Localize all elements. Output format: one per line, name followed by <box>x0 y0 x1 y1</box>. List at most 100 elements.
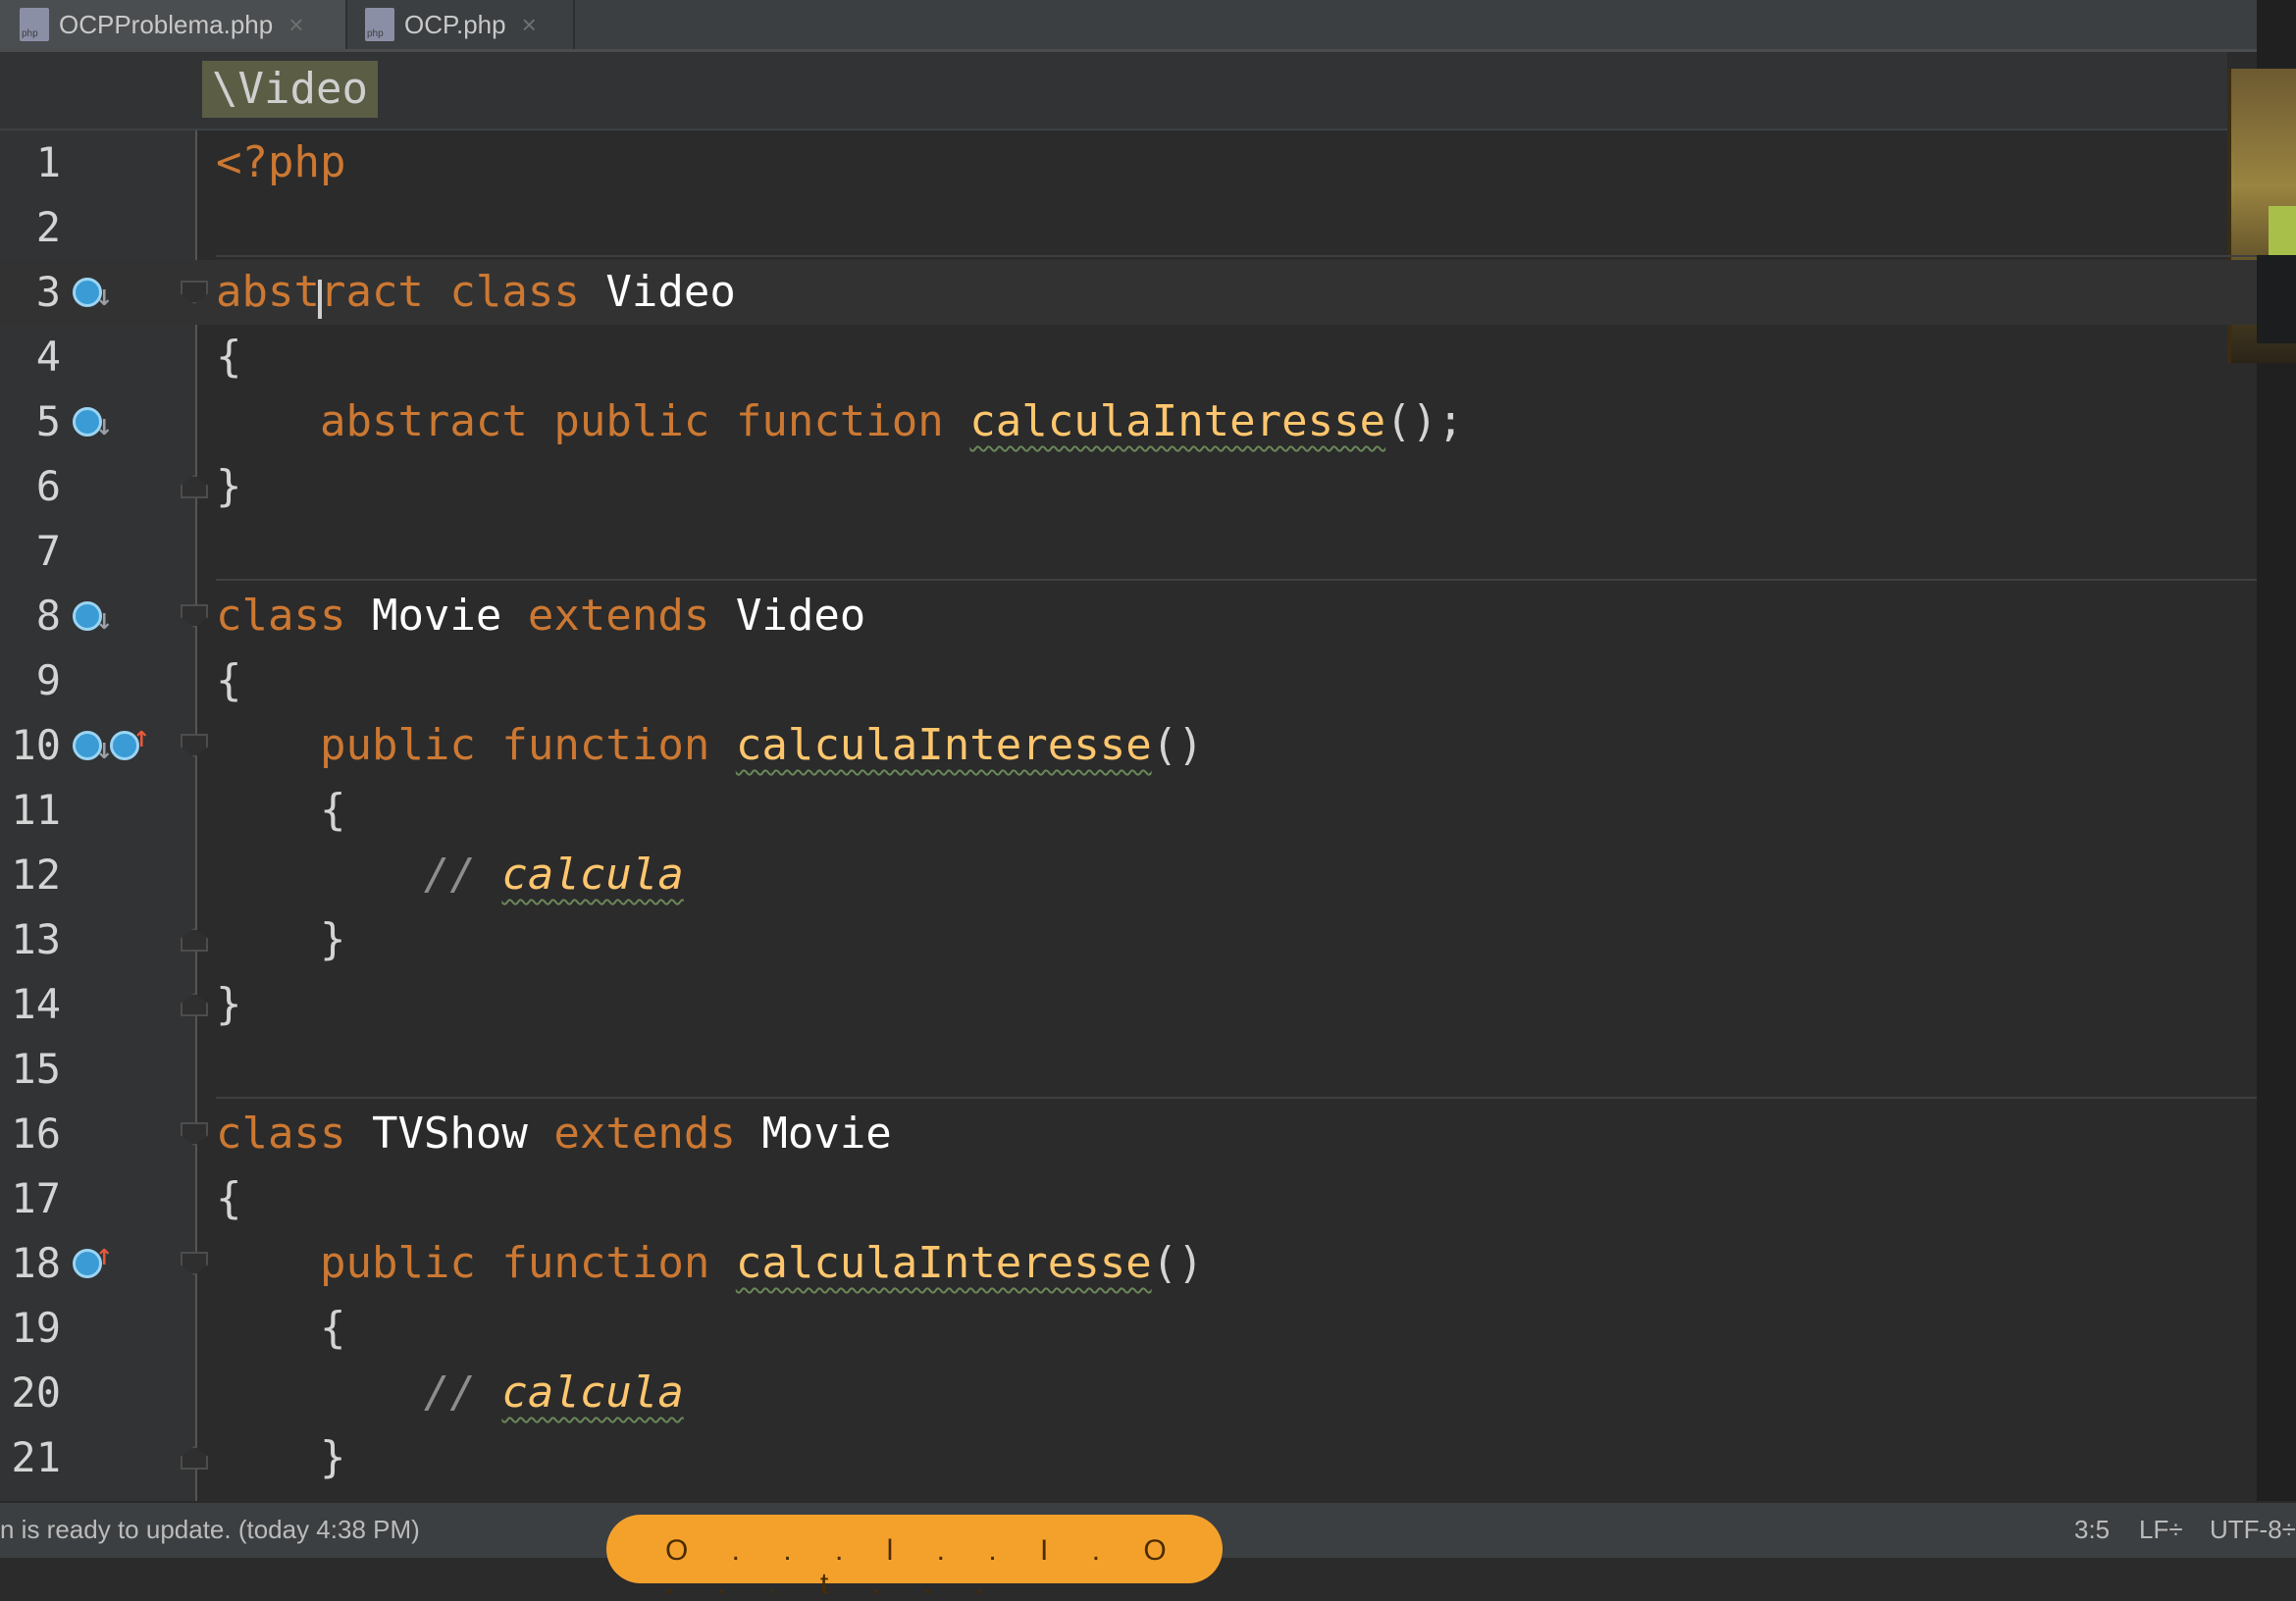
keyword-abstract: abstract <box>319 396 528 446</box>
code-line: 6 } <box>0 454 2257 519</box>
tab-ocp[interactable]: OCP.php × <box>347 0 573 49</box>
line-number: 21 <box>11 1433 61 1481</box>
line-number: 1 <box>35 138 61 186</box>
fold-icon[interactable] <box>181 993 208 1016</box>
code-text: abstract public function calculaInteress… <box>216 389 1464 454</box>
php-file-icon <box>365 8 394 41</box>
code-line: 16 class TVShow extends Movie <box>0 1102 2257 1166</box>
implemented-icon[interactable]: ↓ <box>73 601 113 634</box>
comment-word: calcula <box>501 850 684 900</box>
line-number: 6 <box>35 462 61 510</box>
brace: { <box>319 1303 346 1353</box>
breadcrumb-bar: \Video <box>0 52 2227 130</box>
code-comment: // calcula <box>216 843 684 907</box>
code-line: 10 ↓ ↑ public function calculaInteresse(… <box>0 713 2257 778</box>
gutter-markers: ↓ <box>73 389 113 454</box>
code-line: 17 { <box>0 1166 2257 1231</box>
keyword-function: function <box>501 1238 710 1288</box>
line-number: 17 <box>11 1174 61 1222</box>
class-name: Video <box>605 267 736 317</box>
code-text: } <box>216 1425 346 1490</box>
code-text: { <box>216 778 346 843</box>
fold-icon[interactable] <box>181 1446 208 1470</box>
line-number: 20 <box>11 1369 61 1417</box>
comment-word: calcula <box>501 1368 684 1418</box>
tab-label: OCPProblema.php <box>59 9 274 39</box>
code-line: 9 { <box>0 648 2257 713</box>
text-cursor <box>318 280 322 319</box>
fold-icon[interactable] <box>181 1252 208 1275</box>
line-number: 3 <box>35 268 61 316</box>
implemented-icon[interactable]: ↓ <box>73 407 113 439</box>
code-text: } <box>216 972 242 1037</box>
keyword-public: public <box>319 1238 476 1288</box>
keyword-class: class <box>216 1109 346 1159</box>
code-text: } <box>216 454 242 519</box>
line-number: 19 <box>11 1304 61 1352</box>
overridden-icon[interactable]: ↓ <box>73 731 113 763</box>
video-caption-overlay: O . . . l . . I . O . . . t . . . <box>606 1515 1223 1600</box>
code-comment: // calcula <box>216 1361 684 1425</box>
parens: () <box>1151 1238 1204 1288</box>
line-number: 15 <box>11 1045 61 1093</box>
code-text: class Movie extends Video <box>216 584 865 648</box>
code-line: 15 <box>0 1037 2257 1102</box>
line-separator-selector[interactable]: LF÷ <box>2139 1515 2183 1545</box>
code-line: 1 <?php <box>0 130 2257 195</box>
keyword-function: function <box>735 396 944 446</box>
code-line: 7 <box>0 519 2257 584</box>
method-name: calculaInteresse <box>969 396 1386 446</box>
overrides-icon[interactable]: ↑ <box>110 730 150 760</box>
code-text: { <box>216 648 242 713</box>
code-line-current: 3 ↓ abstract class Video <box>0 260 2257 325</box>
code-text: { <box>216 325 242 389</box>
gutter-markers: ↓ ↑ <box>73 713 150 778</box>
implemented-icon[interactable]: ↓ <box>73 278 113 310</box>
line-number: 8 <box>35 592 61 640</box>
code-line: 21 } <box>0 1425 2257 1490</box>
status-message[interactable]: n is ready to update. (today 4:38 PM) <box>0 1515 420 1545</box>
code-line: 14 } <box>0 972 2257 1037</box>
fold-icon[interactable] <box>181 1122 208 1146</box>
brace: } <box>216 461 242 511</box>
fold-icon[interactable] <box>181 928 208 952</box>
close-icon[interactable]: × <box>522 10 537 40</box>
line-number: 16 <box>11 1110 61 1158</box>
code-editor[interactable]: 1 <?php 2 3 ↓ abstract class Video 4 { 5… <box>0 130 2296 1501</box>
tab-divider <box>573 0 575 49</box>
line-number: 5 <box>35 397 61 445</box>
code-text: { <box>216 1166 242 1231</box>
fold-icon[interactable] <box>181 281 208 304</box>
code-text: abstract class Video <box>216 260 736 325</box>
keyword-class: class <box>449 267 580 317</box>
close-icon[interactable]: × <box>288 10 303 40</box>
fold-icon[interactable] <box>181 604 208 628</box>
code-text: { <box>216 1296 346 1361</box>
keyword-extends: extends <box>553 1109 736 1159</box>
brace: { <box>319 785 346 835</box>
fold-icon[interactable] <box>181 734 208 757</box>
line-number: 4 <box>35 333 61 381</box>
code-text: <?php <box>216 130 345 195</box>
overrides-icon[interactable]: ↑ <box>73 1248 113 1278</box>
fold-icon[interactable] <box>181 475 208 498</box>
caret-position[interactable]: 3:5 <box>2074 1515 2110 1545</box>
encoding-selector[interactable]: UTF-8÷ <box>2210 1515 2296 1545</box>
line-number: 11 <box>11 786 61 834</box>
brace: } <box>319 914 346 964</box>
keyword-public: public <box>553 396 710 446</box>
code-text: } <box>216 907 346 972</box>
method-name: calculaInteresse <box>735 1238 1152 1288</box>
class-name: Movie <box>761 1109 892 1159</box>
editor-tab-bar: OCPProblema.php × OCP.php × <box>0 0 2257 52</box>
code-line: 18 ↑ public function calculaInteresse() <box>0 1231 2257 1296</box>
tab-ocpproblema[interactable]: OCPProblema.php × <box>0 0 345 49</box>
class-name: TVShow <box>371 1109 528 1159</box>
line-number: 13 <box>11 915 61 963</box>
line-number: 14 <box>11 980 61 1028</box>
brace: } <box>319 1432 346 1482</box>
line-number: 18 <box>11 1239 61 1287</box>
caption-text: O . . . l . . I . O . . . t . . . <box>665 1534 1184 1600</box>
breadcrumb-item-video[interactable]: \Video <box>202 61 378 118</box>
code-line: 11 { <box>0 778 2257 843</box>
